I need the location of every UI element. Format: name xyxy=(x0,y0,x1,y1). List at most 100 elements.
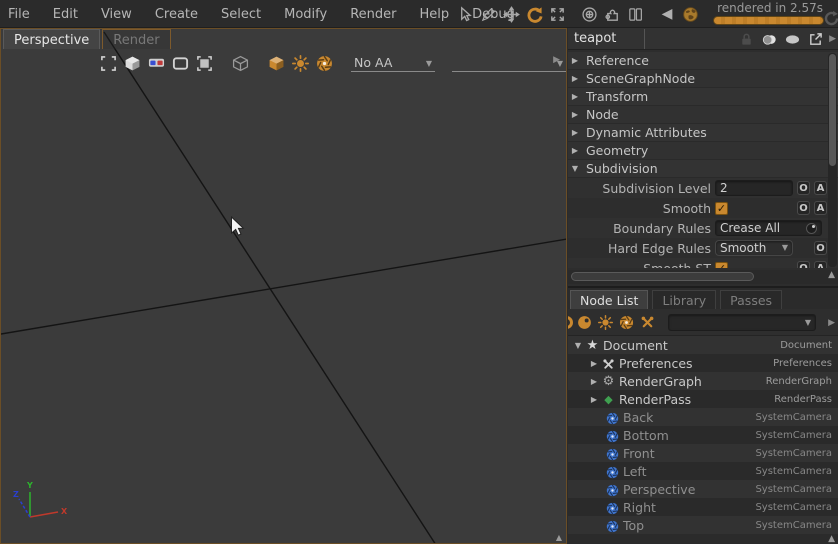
param-a-button[interactable]: A xyxy=(814,181,827,195)
triangle-right-icon[interactable]: ▶ xyxy=(568,56,582,65)
toolbar-overflow-icon[interactable]: ▶ xyxy=(553,55,560,65)
undo-icon[interactable] xyxy=(524,4,544,24)
hard-edge-rules-dropdown[interactable]: Smooth▼ xyxy=(715,240,793,256)
section-transform[interactable]: ▶Transform xyxy=(568,88,838,106)
wireframe-cube-icon[interactable] xyxy=(231,54,250,73)
stereo-glasses-icon[interactable] xyxy=(147,54,166,73)
shaderball-icon[interactable] xyxy=(575,313,594,332)
menu-render[interactable]: Render xyxy=(350,7,396,22)
back-icon[interactable]: ◀ xyxy=(657,4,677,24)
menu-view[interactable]: View xyxy=(101,7,132,22)
lock-icon[interactable] xyxy=(737,30,755,48)
section-geometry[interactable]: ▶Geometry xyxy=(568,142,838,160)
section-dynamic-attributes[interactable]: ▶Dynamic Attributes xyxy=(568,124,838,142)
menu-file[interactable]: File xyxy=(8,7,30,22)
smooth-st-checkbox[interactable]: ✓ xyxy=(715,262,728,269)
smooth-checkbox[interactable]: ✓ xyxy=(715,202,728,215)
section-subdivision[interactable]: ▼Subdivision xyxy=(568,160,838,178)
param-o-button[interactable]: O xyxy=(797,201,810,215)
splitter-up-icon[interactable]: ▲ xyxy=(828,534,835,544)
node-row-bottom[interactable]: BottomSystemCamera xyxy=(568,426,838,444)
tab-perspective[interactable]: Perspective xyxy=(3,29,100,49)
menu-create[interactable]: Create xyxy=(155,7,198,22)
param-o-button[interactable]: O xyxy=(814,241,827,255)
target-icon[interactable] xyxy=(579,4,599,24)
node-name: Front xyxy=(621,446,655,461)
triangle-right-icon[interactable]: ▶ xyxy=(588,395,600,404)
tab-node-list[interactable]: Node List xyxy=(570,290,648,309)
triangle-down-icon[interactable]: ▼ xyxy=(572,341,584,350)
dial-icon[interactable] xyxy=(806,223,817,234)
node-row-preferences[interactable]: ▶PreferencesPreferences xyxy=(568,354,838,372)
param-a-button[interactable]: A xyxy=(814,201,827,215)
node-row-front[interactable]: FrontSystemCamera xyxy=(568,444,838,462)
tools-filter-icon[interactable] xyxy=(638,313,657,332)
triangle-right-icon[interactable]: ▶ xyxy=(568,74,582,83)
viewport-3d[interactable]: Perspective Render xyxy=(0,28,567,544)
menu-modify[interactable]: Modify xyxy=(284,7,327,22)
lit-cube-icon[interactable] xyxy=(267,54,286,73)
render-region-icon[interactable] xyxy=(195,54,214,73)
aa-mode-select[interactable]: No AA ▼ xyxy=(351,54,435,72)
triangle-right-icon[interactable]: ▶ xyxy=(568,92,582,101)
node-row-rendergraph[interactable]: ▶⚙RenderGraphRenderGraph xyxy=(568,372,838,390)
node-row-right[interactable]: RightSystemCamera xyxy=(568,498,838,516)
node-row-perspective[interactable]: PerspectiveSystemCamera xyxy=(568,480,838,498)
film-gate-icon[interactable] xyxy=(171,54,190,73)
aperture-icon[interactable] xyxy=(315,54,334,73)
tab-render[interactable]: Render xyxy=(102,29,170,49)
refresh-icon[interactable] xyxy=(822,9,838,27)
node-row-top[interactable]: TopSystemCamera xyxy=(568,516,838,534)
menu-help[interactable]: Help xyxy=(419,7,449,22)
boundary-rules-combo[interactable]: Crease All xyxy=(715,220,822,236)
camera-filter-icon[interactable] xyxy=(617,313,636,332)
world-icon[interactable] xyxy=(680,4,700,24)
attribute-hscrollbar[interactable] xyxy=(571,272,754,281)
node-row-document[interactable]: ▼★DocumentDocument xyxy=(568,336,838,354)
frame-all-icon[interactable] xyxy=(99,54,118,73)
light-icon[interactable] xyxy=(291,54,310,73)
triangle-right-icon[interactable]: ▶ xyxy=(588,359,600,368)
split-layout-icon[interactable] xyxy=(625,4,645,24)
section-node[interactable]: ▶Node xyxy=(568,106,838,124)
subdivision-level-input[interactable]: 2 xyxy=(715,180,793,196)
scale-tool-icon[interactable] xyxy=(547,4,567,24)
move-tool-icon[interactable] xyxy=(501,4,521,24)
menu-select[interactable]: Select xyxy=(221,7,261,22)
cursor-tool-icon[interactable] xyxy=(455,4,475,24)
param-a-button[interactable]: A xyxy=(814,261,827,268)
puzzle-icon[interactable] xyxy=(602,4,622,24)
tab-passes[interactable]: Passes xyxy=(720,290,782,309)
triangle-right-icon[interactable]: ▶ xyxy=(568,146,582,155)
section-label: Reference xyxy=(582,53,649,68)
camera-select[interactable]: ▼ xyxy=(452,54,566,72)
shaded-cube-icon[interactable] xyxy=(123,54,142,73)
param-smooth: Smooth✓OA xyxy=(568,198,838,218)
splitter-up-icon[interactable]: ▲ xyxy=(828,270,835,280)
triangle-right-icon[interactable]: ▶ xyxy=(568,128,582,137)
pen-tool-icon[interactable] xyxy=(478,4,498,24)
param-o-button[interactable]: O xyxy=(797,181,810,195)
viewport-splitter-icon[interactable]: ▲ xyxy=(556,533,562,542)
triangle-right-icon[interactable]: ▶ xyxy=(568,110,582,119)
node-name-input[interactable]: teapot xyxy=(568,29,645,49)
ellipse-icon[interactable] xyxy=(783,30,801,48)
attribute-vscrollbar[interactable] xyxy=(828,53,837,267)
popout-icon[interactable] xyxy=(806,30,824,48)
tab-library[interactable]: Library xyxy=(652,290,716,309)
node-row-renderpass[interactable]: ▶◆RenderPassRenderPass xyxy=(568,390,838,408)
triangle-right-icon[interactable]: ▶ xyxy=(588,377,600,386)
filter-overflow-icon[interactable]: ▶ xyxy=(828,318,835,328)
node-filter-select[interactable]: ▼ xyxy=(668,314,816,331)
panel-overflow-icon[interactable]: ▶ xyxy=(829,34,836,44)
layers-icon[interactable] xyxy=(760,30,778,48)
node-row-back[interactable]: BackSystemCamera xyxy=(568,408,838,426)
section-reference[interactable]: ▶Reference xyxy=(568,52,838,70)
param-o-button[interactable]: O xyxy=(797,261,810,268)
section-scenegraphnode[interactable]: ▶SceneGraphNode xyxy=(568,70,838,88)
scrollbar-thumb[interactable] xyxy=(829,54,836,166)
node-row-left[interactable]: LeftSystemCamera xyxy=(568,462,838,480)
light-filter-icon[interactable] xyxy=(596,313,615,332)
triangle-down-icon[interactable]: ▼ xyxy=(568,164,582,173)
menu-edit[interactable]: Edit xyxy=(53,7,78,22)
